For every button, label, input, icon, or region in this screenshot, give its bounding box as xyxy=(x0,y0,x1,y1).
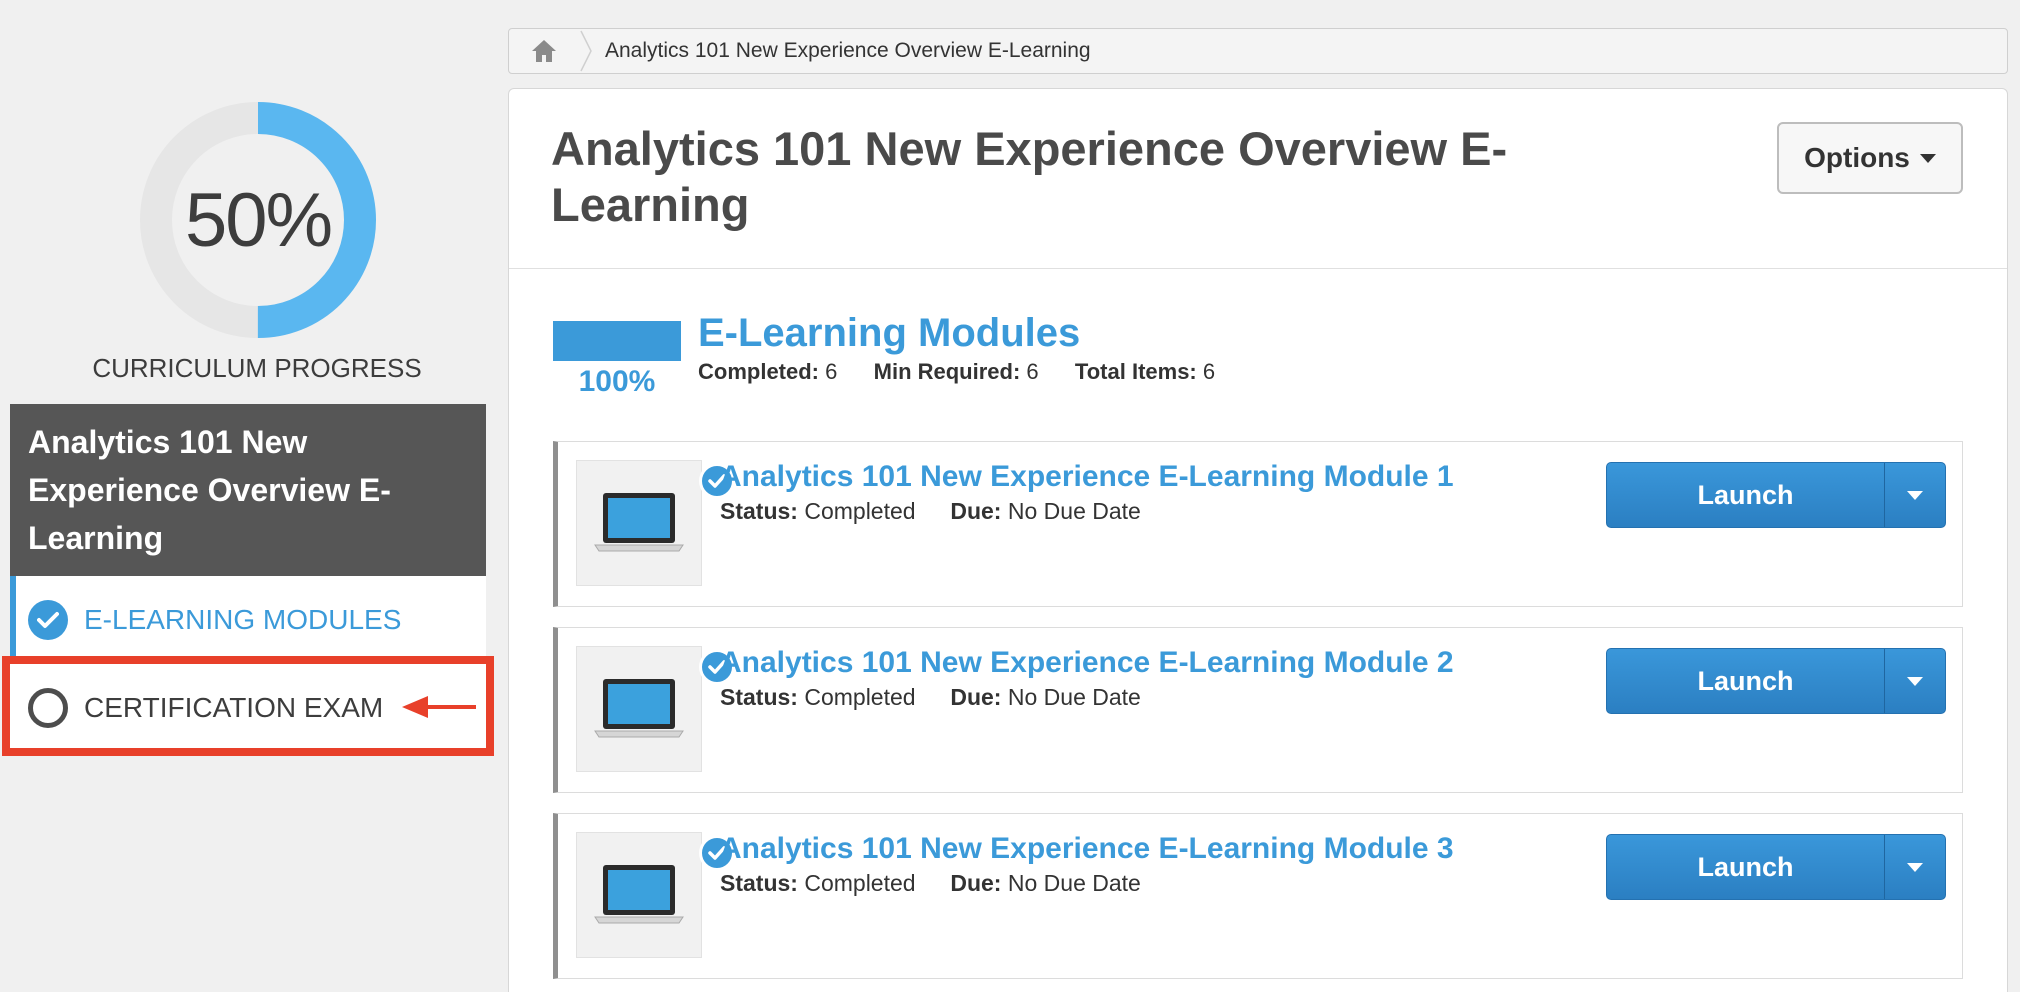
caret-down-icon xyxy=(1907,490,1923,500)
due-label: Due: xyxy=(950,684,1002,710)
launch-dropdown-toggle[interactable] xyxy=(1885,649,1945,713)
module-thumbnail[interactable] xyxy=(576,646,735,772)
section-title[interactable]: E-Learning Modules xyxy=(698,311,1080,356)
laptop-icon xyxy=(594,865,684,924)
page-title: Analytics 101 New Experience Overview E-… xyxy=(551,122,1508,231)
curriculum-item-elearning-modules[interactable]: E-LEARNING MODULES xyxy=(10,576,486,664)
due-value: No Due Date xyxy=(1007,498,1141,524)
breadcrumb-home[interactable] xyxy=(509,29,579,73)
total-items-label: Total Items: xyxy=(1074,359,1197,384)
progress-caption: CURRICULUM PROGRESS xyxy=(92,353,422,383)
laptop-icon xyxy=(594,679,684,738)
min-required-value: 6 xyxy=(1026,359,1039,384)
module-card: Analytics 101 New Experience E-Learning … xyxy=(553,813,1963,979)
status-label: Status: xyxy=(720,870,798,896)
progress-percent: 50% xyxy=(184,177,333,263)
module-title[interactable]: Analytics 101 New Experience E-Learning … xyxy=(720,832,1454,866)
caret-down-icon xyxy=(1919,153,1936,163)
launch-button-group: Launch xyxy=(1606,648,1946,714)
left-arrow-icon xyxy=(402,696,476,718)
status-value: Completed xyxy=(804,498,916,524)
launch-dropdown-toggle[interactable] xyxy=(1885,835,1945,899)
completed-value: 6 xyxy=(825,359,838,384)
options-button-label: Options xyxy=(1804,142,1910,173)
launch-dropdown-toggle[interactable] xyxy=(1885,463,1945,527)
total-items-value: 6 xyxy=(1202,359,1216,384)
caret-down-icon xyxy=(1907,862,1923,872)
launch-button[interactable]: Launch xyxy=(1607,649,1885,713)
min-required-label: Min Required: xyxy=(873,359,1021,384)
launch-button[interactable]: Launch xyxy=(1607,463,1885,527)
completed-label: Completed: xyxy=(698,359,819,384)
check-circle-icon xyxy=(28,599,68,640)
module-title[interactable]: Analytics 101 New Experience E-Learning … xyxy=(720,460,1454,494)
options-button[interactable]: Options xyxy=(1777,122,1963,194)
due-value: No Due Date xyxy=(1007,684,1141,710)
main-content: Analytics 101 New Experience Overview E-… xyxy=(508,88,2008,992)
laptop-icon xyxy=(594,493,684,552)
breadcrumb-separator-icon xyxy=(580,30,592,72)
status-value: Completed xyxy=(804,870,916,896)
launch-button[interactable]: Launch xyxy=(1607,835,1885,899)
module-thumbnail[interactable] xyxy=(576,460,735,586)
status-label: Status: xyxy=(720,498,798,524)
page-header: Analytics 101 New Experience Overview E-… xyxy=(509,89,2007,269)
module-status: Status: Completed Due: No Due Date xyxy=(720,870,1141,897)
module-card: Analytics 101 New Experience E-Learning … xyxy=(553,441,1963,607)
status-label: Status: xyxy=(720,684,798,710)
due-label: Due: xyxy=(950,498,1002,524)
breadcrumb: Analytics 101 New Experience Overview E-… xyxy=(508,28,2008,74)
module-card: Analytics 101 New Experience E-Learning … xyxy=(553,627,1963,793)
module-status: Status: Completed Due: No Due Date xyxy=(720,684,1141,711)
section-progress-percent: 100% xyxy=(578,365,656,398)
launch-button-group: Launch xyxy=(1606,462,1946,528)
section-stats: Completed: 6 Min Required: 6 Total Items… xyxy=(698,359,1215,385)
curriculum-title: Analytics 101 New Experience Overview E-… xyxy=(10,404,486,576)
home-icon xyxy=(532,40,556,62)
caret-down-icon xyxy=(1907,676,1923,686)
due-label: Due: xyxy=(950,870,1002,896)
breadcrumb-current[interactable]: Analytics 101 New Experience Overview E-… xyxy=(605,39,1091,63)
module-status: Status: Completed Due: No Due Date xyxy=(720,498,1141,525)
curriculum-item-label: E-LEARNING MODULES xyxy=(84,603,402,635)
due-value: No Due Date xyxy=(1007,870,1141,896)
status-value: Completed xyxy=(804,684,916,710)
module-thumbnail[interactable] xyxy=(576,832,735,958)
section-progress-bar xyxy=(553,321,681,361)
curriculum-progress-ring: 50% xyxy=(138,100,378,340)
module-title[interactable]: Analytics 101 New Experience E-Learning … xyxy=(720,646,1454,680)
launch-button-group: Launch xyxy=(1606,834,1946,900)
